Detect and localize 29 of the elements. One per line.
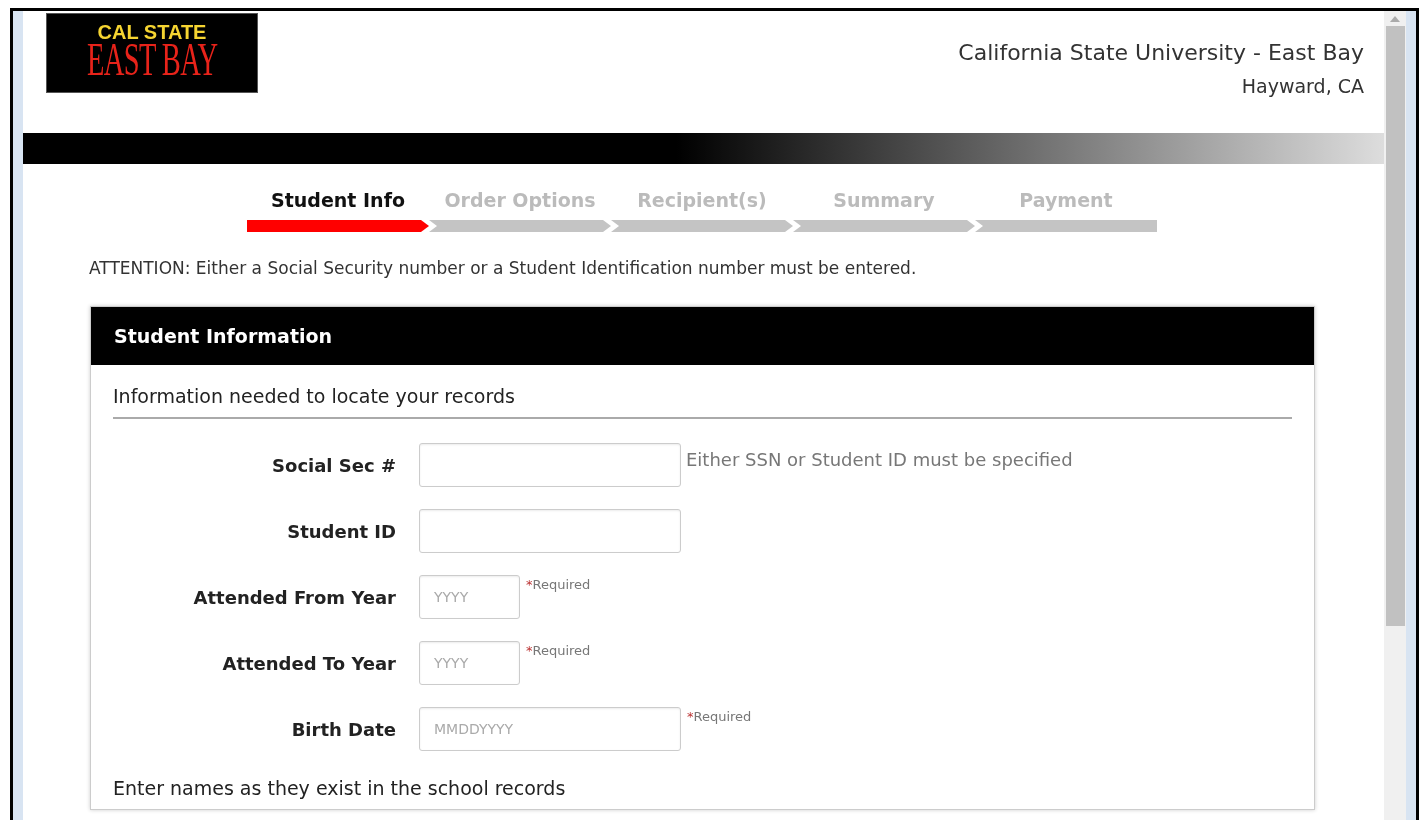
section-heading: Enter names as they exist in the school records [113,776,567,801]
step-tab[interactable]: Student Info [271,186,405,214]
logo-text: CAL STATE [97,24,207,40]
attention-notice: ATTENTION: Either a Social Security number or a Student Identification number must be entered. [89,258,918,278]
logo-text: EAST BAY [86,38,218,82]
field-label: Social Sec # [272,454,396,476]
input-field[interactable] [419,443,681,487]
input-field[interactable]: MMDDYYYY [419,707,681,751]
step-tab[interactable]: Recipient(s) [637,186,767,214]
hint-text: Either SSN or Student ID must be specified [686,449,1073,470]
scrollbar[interactable] [1384,11,1406,820]
required-note: *Required [526,643,591,658]
required-note: *Required [687,709,752,724]
input-field[interactable]: YYYY [419,575,520,619]
step-tab[interactable]: Payment [1019,186,1113,214]
field-label: Student ID [287,520,396,542]
required-note: *Required [526,577,591,592]
step-tab[interactable]: Order Options [444,186,596,214]
field-label: Birth Date [291,718,396,740]
field-label: Attended To Year [222,652,396,674]
input-field[interactable]: YYYY [419,641,520,685]
university-location: Hayward, CA [1241,74,1364,99]
step-tab[interactable]: Summary [833,186,935,214]
section-heading: Information needed to locate your records [113,365,1292,419]
card-title: Student Information [114,325,333,347]
input-field[interactable] [419,509,681,553]
university-name: California State University - East Bay [958,39,1364,67]
field-label: Attended From Year [193,586,396,608]
scrollbar-thumb[interactable] [1385,26,1405,626]
